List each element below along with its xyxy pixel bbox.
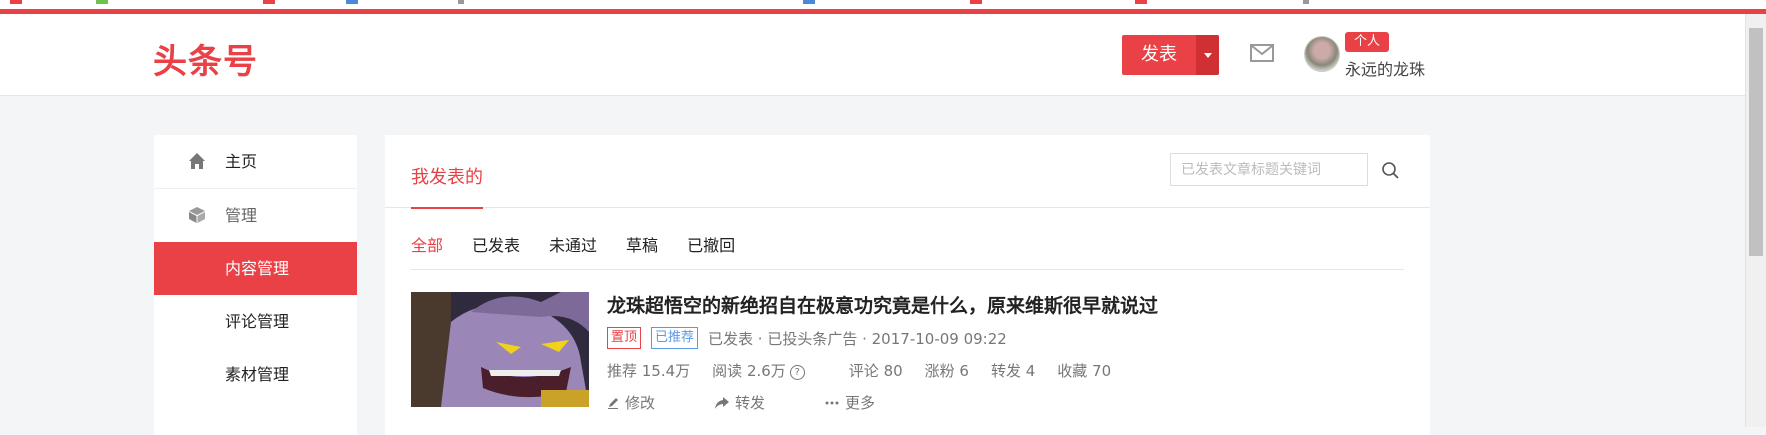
stat-read: 阅读 2.6万	[712, 362, 786, 380]
stat-comment: 评论 80	[848, 362, 903, 380]
filter-rejected[interactable]: 未通过	[549, 232, 597, 256]
sidebar-item-label: 管理	[225, 206, 258, 225]
sidebar-item-label: 素材管理	[225, 365, 290, 384]
main-panel: 我发表的 全部 已发表 未通过 草稿 已撤回 龙珠超悟空的新绝招自在极意功究竟是…	[385, 135, 1430, 435]
sidebar-item-home[interactable]: 主页	[154, 135, 357, 188]
sidebar-item-content-manage[interactable]: 内容管理	[154, 242, 357, 295]
stat-forward: 转发 4	[990, 362, 1036, 380]
cube-icon	[189, 207, 205, 223]
filter-published[interactable]: 已发表	[472, 232, 520, 256]
browser-bookmark-strip	[0, 0, 1766, 9]
share-label: 转发	[735, 394, 766, 412]
page-scrollbar[interactable]	[1745, 14, 1766, 427]
edit-button[interactable]: 修改	[607, 392, 685, 413]
top-header: 头条号 发表 个人 永远的龙珠	[0, 14, 1745, 96]
sidebar: 主页 管理 内容管理 评论管理 素材管理	[154, 135, 357, 435]
stat-fans: 涨粉 6	[924, 362, 969, 380]
stat-favorite: 收藏 70	[1057, 362, 1112, 380]
status-filters: 全部 已发表 未通过 草稿 已撤回	[411, 232, 764, 256]
more-button[interactable]: 更多	[825, 392, 905, 413]
sidebar-item-comment-manage[interactable]: 评论管理	[154, 295, 357, 348]
article-thumbnail[interactable]	[411, 292, 589, 407]
article-status: 已发表 · 已投头条广告 · 2017-10-09 09:22	[708, 329, 1007, 348]
recommended-tag: 已推荐	[651, 327, 699, 349]
filter-drafts[interactable]: 草稿	[626, 232, 658, 256]
search-input[interactable]	[1170, 153, 1368, 186]
scrollbar-thumb[interactable]	[1749, 28, 1763, 256]
share-icon	[715, 396, 730, 409]
sidebar-item-label: 内容管理	[225, 259, 290, 278]
avatar[interactable]	[1304, 36, 1340, 72]
sidebar-item-material-manage[interactable]: 素材管理	[154, 348, 357, 401]
tab-my-published[interactable]: 我发表的	[411, 163, 483, 209]
filter-withdrawn[interactable]: 已撤回	[687, 232, 735, 256]
sidebar-item-manage[interactable]: 管理	[154, 188, 357, 242]
article-meta: 置顶 已推荐 已发表 · 已投头条广告 · 2017-10-09 09:22	[607, 327, 1007, 349]
account-type-badge: 个人	[1345, 32, 1390, 52]
stat-recommend: 推荐 15.4万	[607, 362, 691, 380]
sidebar-item-label: 主页	[225, 152, 258, 171]
article-actions: 修改 转发 更多	[607, 392, 935, 413]
divider	[411, 269, 1404, 270]
mail-icon[interactable]	[1250, 44, 1274, 62]
share-button[interactable]: 转发	[715, 392, 795, 413]
more-label: 更多	[845, 394, 876, 412]
edit-label: 修改	[625, 394, 656, 412]
pencil-icon	[608, 397, 618, 409]
publish-button-label[interactable]: 发表	[1122, 35, 1196, 75]
publish-button[interactable]: 发表	[1122, 35, 1219, 75]
filter-all[interactable]: 全部	[411, 232, 443, 256]
help-icon[interactable]: ?	[789, 365, 805, 380]
stat-read-group: 阅读 2.6万?	[712, 360, 827, 381]
more-dots-icon	[825, 401, 839, 404]
sidebar-item-label: 评论管理	[225, 312, 290, 331]
tab-bar: 我发表的	[385, 135, 1430, 209]
username[interactable]: 永远的龙珠	[1345, 56, 1425, 80]
article-stats: 推荐 15.4万 阅读 2.6万? 评论 80 涨粉 6 转发 4 收藏 70	[607, 360, 1133, 381]
toutiao-logo[interactable]: 头条号	[153, 34, 258, 83]
publish-dropdown-arrow-icon[interactable]	[1196, 35, 1219, 75]
article-title[interactable]: 龙珠超悟空的新绝招自在极意功究竟是什么，原来维斯很早就说过	[607, 291, 1158, 318]
pinned-tag: 置顶	[607, 327, 642, 349]
home-icon	[189, 153, 205, 169]
search-icon[interactable]	[1381, 161, 1401, 181]
